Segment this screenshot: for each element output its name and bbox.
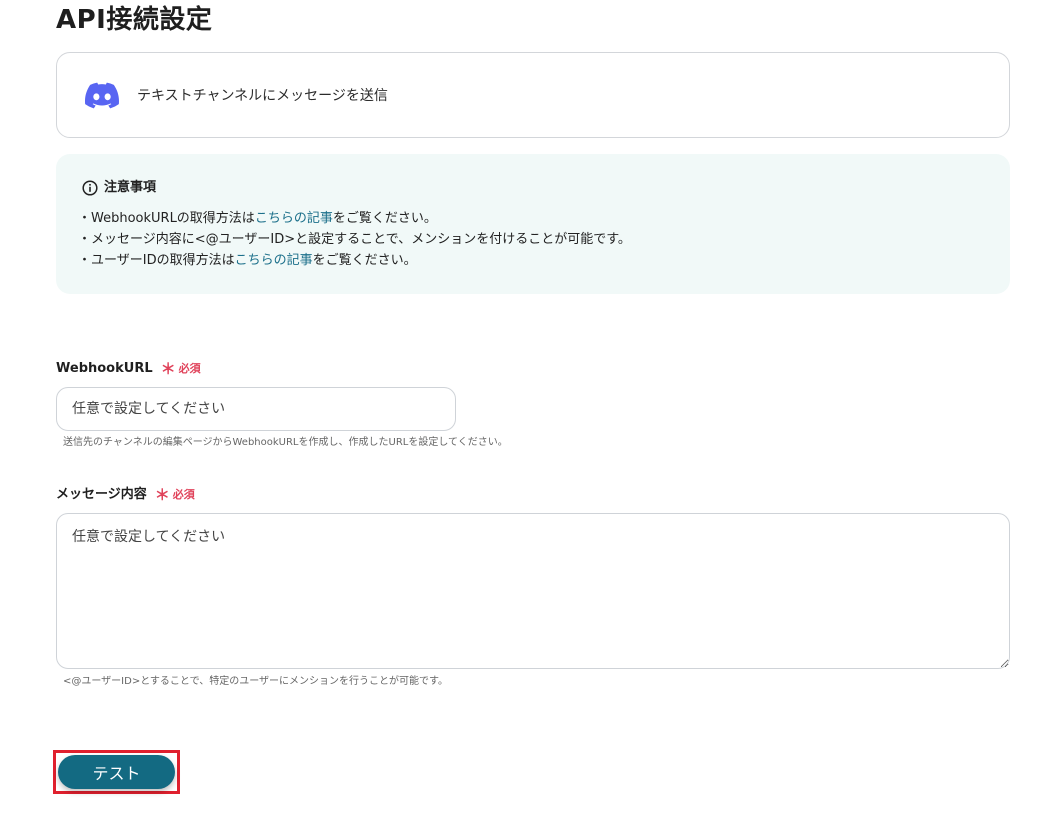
notice-text: をご覧ください。 xyxy=(332,211,437,226)
message-content-textarea[interactable] xyxy=(56,513,1010,669)
required-icon: ＊ xyxy=(160,360,176,378)
page-title: API接続設定 xyxy=(56,5,213,35)
notice-text: ・WebhookURLの取得方法は xyxy=(78,211,255,226)
required-badge: 必須 xyxy=(178,362,201,375)
api-connection-settings-page: API接続設定 テキストチャンネルにメッセージを送信 注意事項 ・Webhook… xyxy=(0,0,1051,813)
article-link[interactable]: こちらの記事 xyxy=(235,253,313,268)
notice-title: 注意事項 xyxy=(104,180,157,195)
notice-line-webhook: ・WebhookURLの取得方法はこちらの記事をご覧ください。 xyxy=(78,208,631,229)
notice-text: をご覧ください。 xyxy=(312,253,417,268)
info-icon xyxy=(82,180,98,196)
webhook-url-help: 送信先のチャンネルの編集ページからWebhookURLを作成し、作成したURLを… xyxy=(63,437,508,448)
action-label: テキストチャンネルにメッセージを送信 xyxy=(137,88,388,104)
article-link[interactable]: こちらの記事 xyxy=(255,211,333,226)
field-label-text: WebhookURL xyxy=(56,361,153,376)
notice-box: 注意事項 ・WebhookURLの取得方法はこちらの記事をご覧ください。 ・メッ… xyxy=(56,154,1010,294)
test-button[interactable]: テスト xyxy=(58,755,175,789)
notice-line-userid: ・ユーザーIDの取得方法はこちらの記事をご覧ください。 xyxy=(78,250,631,271)
message-content-help: <@ユーザーID>とすることで、特定のユーザーにメンションを行うことが可能です。 xyxy=(63,676,449,687)
notice-list: ・WebhookURLの取得方法はこちらの記事をご覧ください。 ・メッセージ内容… xyxy=(78,208,631,271)
required-badge: 必須 xyxy=(172,488,195,501)
webhook-url-input[interactable] xyxy=(56,387,456,431)
webhook-url-label: WebhookURL ＊ 必須 xyxy=(56,360,201,378)
discord-icon xyxy=(85,82,119,109)
field-label-text: メッセージ内容 xyxy=(56,487,147,502)
notice-text: ・メッセージ内容に<@ユーザーID>と設定することで、メンションを付けることが可… xyxy=(78,232,631,247)
action-card: テキストチャンネルにメッセージを送信 xyxy=(56,52,1010,138)
required-icon: ＊ xyxy=(154,486,170,504)
message-content-label: メッセージ内容 ＊ 必須 xyxy=(56,486,195,504)
notice-text: ・ユーザーIDの取得方法は xyxy=(78,253,235,268)
notice-line-mention: ・メッセージ内容に<@ユーザーID>と設定することで、メンションを付けることが可… xyxy=(78,229,631,250)
notice-header: 注意事項 xyxy=(82,179,156,197)
